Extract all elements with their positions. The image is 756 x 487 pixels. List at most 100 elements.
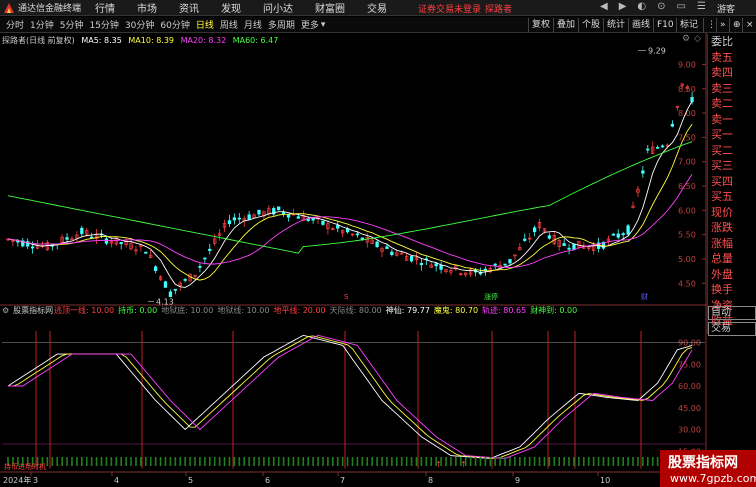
period-monthly[interactable]: 月线 bbox=[244, 18, 262, 31]
back-icon[interactable]: ◀ bbox=[600, 1, 608, 12]
period-60min[interactable]: 60分钟 bbox=[160, 18, 189, 31]
period-30min[interactable]: 30分钟 bbox=[125, 18, 154, 31]
toolbar-restore-rights[interactable]: 复权 bbox=[528, 18, 553, 32]
candle-body bbox=[237, 217, 241, 220]
login-link[interactable]: 探路者 bbox=[485, 5, 512, 15]
forward-icon[interactable]: ▶ bbox=[619, 1, 627, 12]
price-tick-label: 5.50 bbox=[678, 231, 696, 240]
hold-bar bbox=[622, 457, 624, 466]
side-item-outer: 外盘 bbox=[711, 267, 733, 281]
candle-body bbox=[641, 170, 645, 174]
candle-body bbox=[80, 227, 84, 235]
menu-ask-xiaoda[interactable]: 问小达 bbox=[263, 0, 293, 15]
hold-bar bbox=[90, 457, 93, 466]
login-notice-text: 证券交易未登录 bbox=[418, 5, 482, 15]
indicator-value-6: 神仙: 79.77 bbox=[385, 306, 430, 315]
menu-news[interactable]: 资讯 bbox=[179, 0, 199, 15]
menu-trade[interactable]: 交易 bbox=[367, 0, 387, 15]
period-15min[interactable]: 15分钟 bbox=[89, 18, 118, 31]
watermark: 股票指标网 www.7gpzb.com bbox=[660, 450, 756, 487]
indicator-settings-icon[interactable]: ⚙ bbox=[2, 306, 9, 315]
period-weekly[interactable]: 周线 bbox=[220, 18, 238, 31]
hold-bar bbox=[159, 457, 162, 466]
toolbar-overlay[interactable]: 叠加 bbox=[553, 18, 578, 32]
candle-body bbox=[385, 246, 389, 249]
hold-bar bbox=[341, 457, 344, 466]
hold-bar bbox=[189, 457, 191, 466]
hold-bar bbox=[292, 457, 295, 466]
menu-market[interactable]: 市场 bbox=[137, 0, 157, 15]
price-tick-label: 7.00 bbox=[678, 158, 696, 167]
toolbar-stats[interactable]: 统计 bbox=[603, 18, 628, 32]
candle-body bbox=[336, 225, 340, 229]
candle-body bbox=[208, 248, 212, 251]
hold-bar bbox=[612, 457, 615, 466]
hold-bar bbox=[543, 457, 546, 466]
bottom-strip-label: 持币进场时机 bbox=[4, 462, 46, 471]
hold-bar bbox=[602, 457, 605, 466]
period-timeshare[interactable]: 分时 bbox=[6, 18, 24, 31]
kline-chart[interactable]: 9.008.508.007.507.006.506.005.505.004.50… bbox=[0, 33, 756, 487]
candle-body bbox=[296, 216, 301, 219]
skin-icon[interactable]: ◐ bbox=[637, 1, 646, 12]
hold-bar bbox=[627, 457, 629, 466]
hold-bar bbox=[140, 457, 142, 466]
candle-body bbox=[247, 214, 251, 220]
buy-arrow-icon: ↑ bbox=[460, 460, 467, 469]
toolbar-next-icon[interactable]: » bbox=[716, 18, 729, 32]
candle-body bbox=[616, 233, 620, 238]
hold-bar bbox=[642, 457, 644, 466]
price-tick-label: 4.50 bbox=[678, 279, 696, 288]
search-icon[interactable]: ⊙ bbox=[657, 1, 665, 12]
hold-bar bbox=[504, 457, 506, 466]
menu-discover[interactable]: 发现 bbox=[221, 0, 241, 15]
guest-label[interactable]: 游客 bbox=[717, 2, 735, 15]
hold-bar bbox=[327, 457, 329, 466]
toolbar-mark[interactable]: 标记 bbox=[676, 18, 701, 32]
indicator-tick-label: 45.00 bbox=[678, 404, 701, 413]
auto-button[interactable]: 自动 bbox=[708, 306, 756, 320]
candle-body bbox=[277, 206, 281, 211]
hold-bar bbox=[371, 457, 373, 466]
hold-bar bbox=[415, 457, 418, 466]
candle-body bbox=[547, 235, 552, 239]
hold-bar bbox=[115, 457, 118, 466]
menu-icon[interactable]: ☰ bbox=[697, 1, 706, 12]
menu-quotes[interactable]: 行情 bbox=[95, 0, 115, 15]
candle-body bbox=[434, 263, 438, 267]
high-price-label: 9.29 bbox=[648, 46, 666, 55]
toolbar-close-icon[interactable]: × bbox=[742, 18, 756, 32]
hold-bar bbox=[553, 457, 556, 466]
period-1min[interactable]: 1分钟 bbox=[30, 18, 54, 31]
toolbar-stock[interactable]: 个股 bbox=[578, 18, 603, 32]
chevron-down-icon[interactable]: ▾ bbox=[321, 20, 326, 30]
login-notice[interactable]: 证券交易未登录 探路者 bbox=[418, 2, 512, 15]
hold-bar bbox=[307, 457, 310, 466]
hold-bar bbox=[578, 457, 580, 466]
hold-bar bbox=[302, 457, 305, 466]
price-tick-label: 6.00 bbox=[678, 206, 696, 215]
period-multi[interactable]: 多周期 bbox=[268, 18, 295, 31]
menu-wealth-circle[interactable]: 财富圈 bbox=[315, 0, 345, 15]
hold-bar bbox=[509, 457, 511, 466]
hold-bar bbox=[233, 457, 236, 466]
toolbar-f10[interactable]: F10 bbox=[653, 18, 677, 32]
hold-bar bbox=[656, 457, 659, 466]
hold-bar bbox=[484, 457, 487, 466]
hold-bar bbox=[514, 457, 516, 466]
hold-bar bbox=[597, 457, 600, 466]
date-tick-label: 5 bbox=[188, 476, 193, 485]
hold-bar bbox=[61, 457, 63, 466]
notification-icon[interactable]: ▭ bbox=[677, 1, 686, 12]
hold-bar bbox=[179, 457, 182, 466]
period-daily[interactable]: 日线 bbox=[196, 18, 214, 31]
hold-bar bbox=[356, 457, 359, 466]
hold-bar bbox=[208, 457, 211, 466]
trade-button[interactable]: 交易 bbox=[708, 322, 756, 336]
period-5min[interactable]: 5分钟 bbox=[60, 18, 84, 31]
toolbar-draw[interactable]: 画线 bbox=[628, 18, 653, 32]
hold-bar bbox=[85, 457, 88, 466]
period-more[interactable]: 更多 bbox=[301, 18, 319, 31]
hold-bar bbox=[184, 457, 186, 466]
hold-bar bbox=[120, 457, 122, 466]
